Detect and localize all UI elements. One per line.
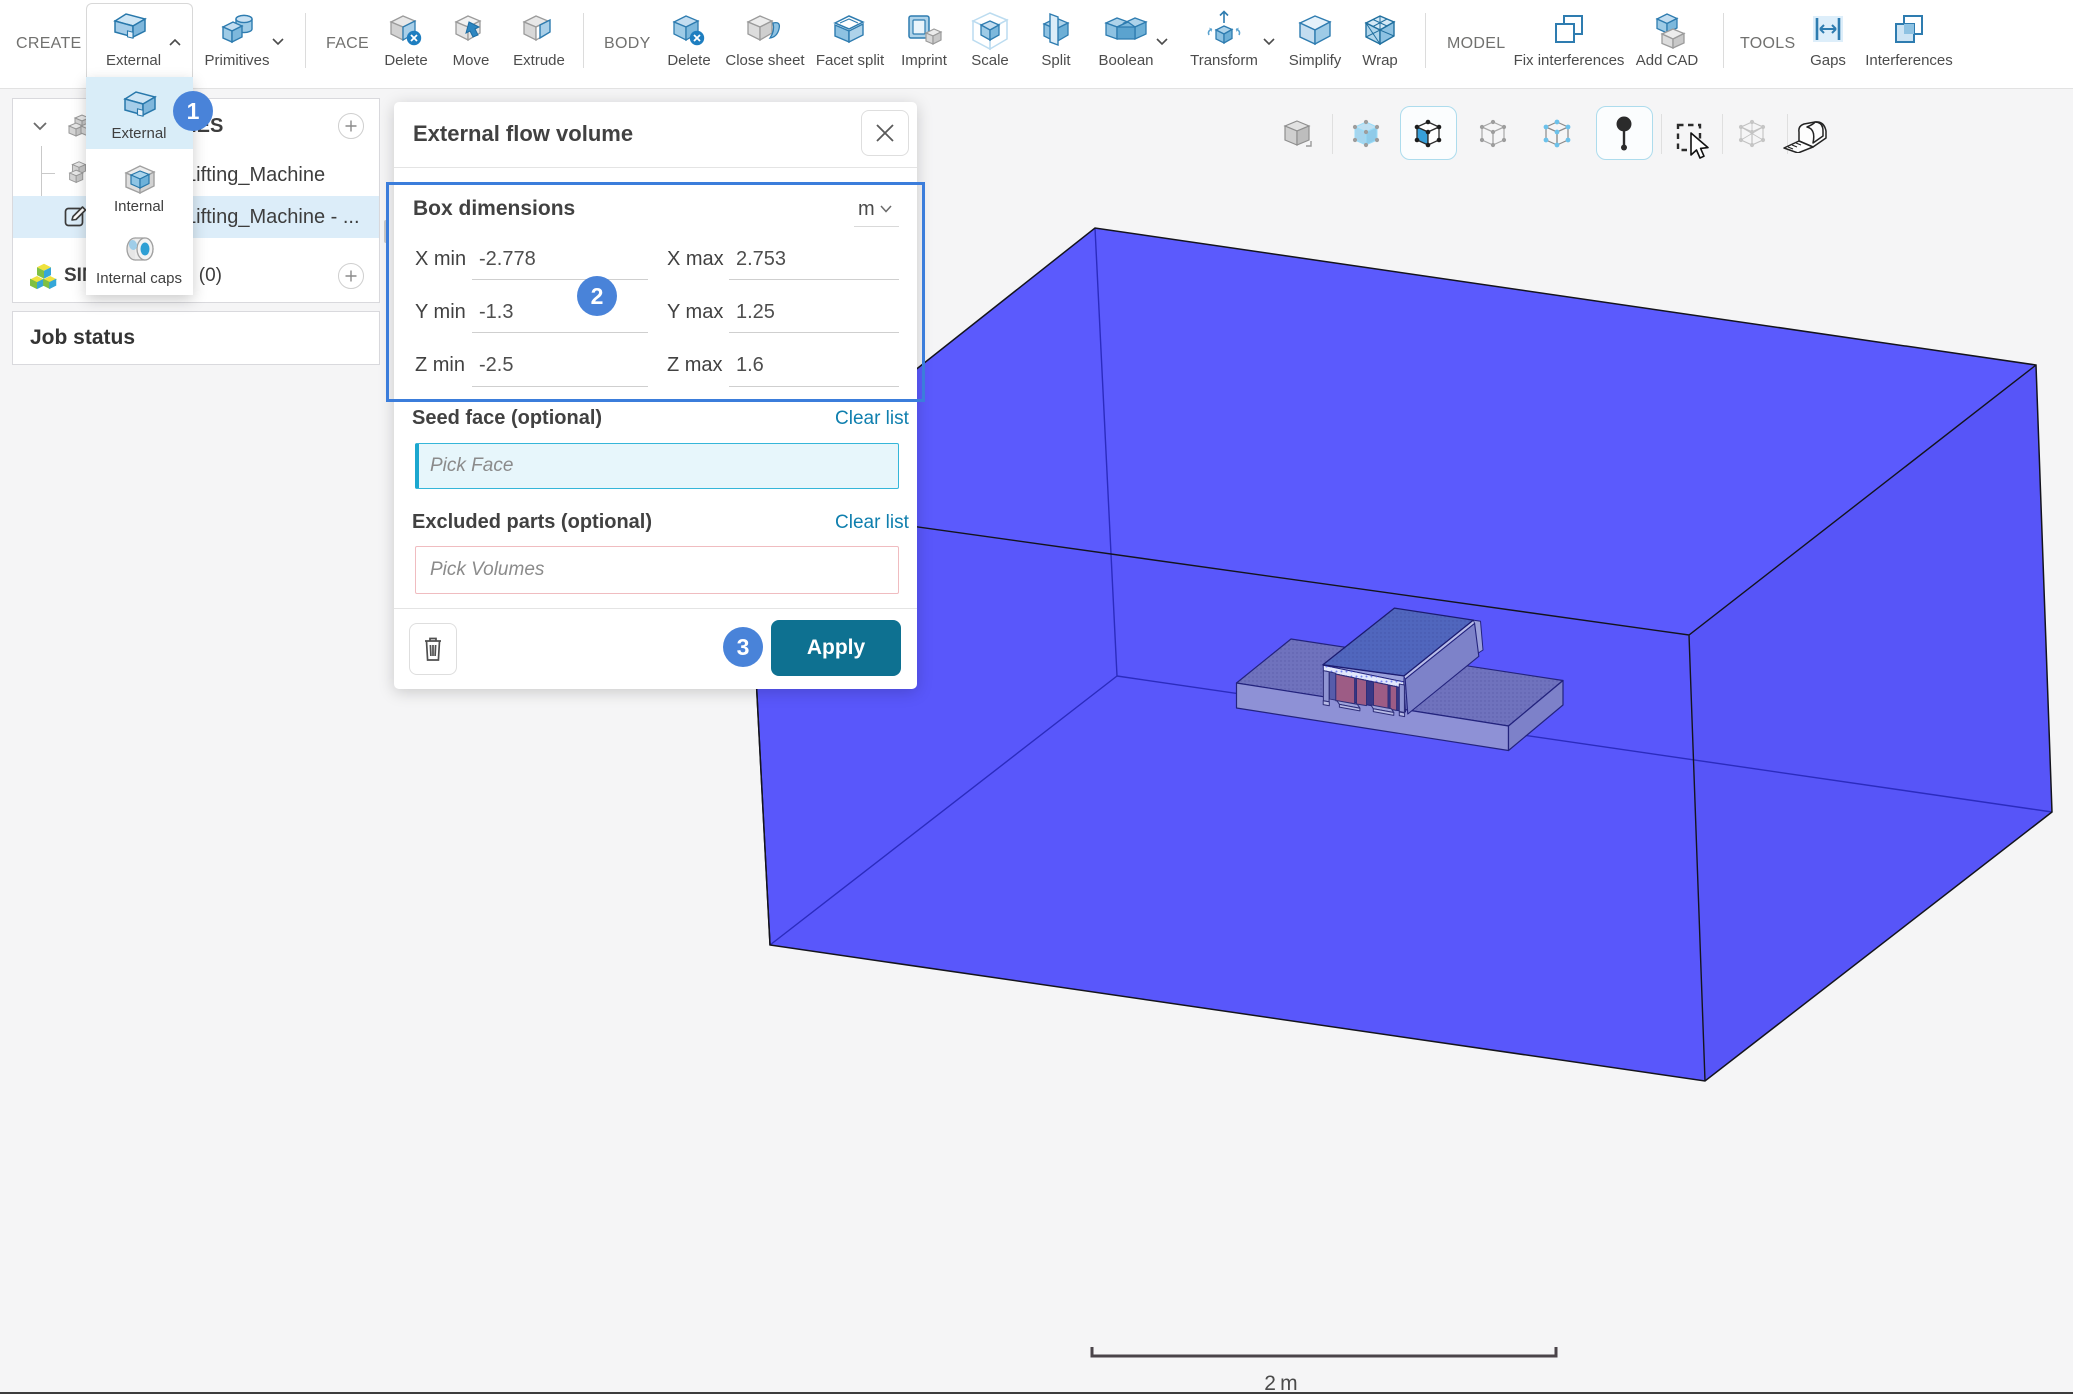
- svg-text:2 m: 2 m: [1264, 1372, 1297, 1394]
